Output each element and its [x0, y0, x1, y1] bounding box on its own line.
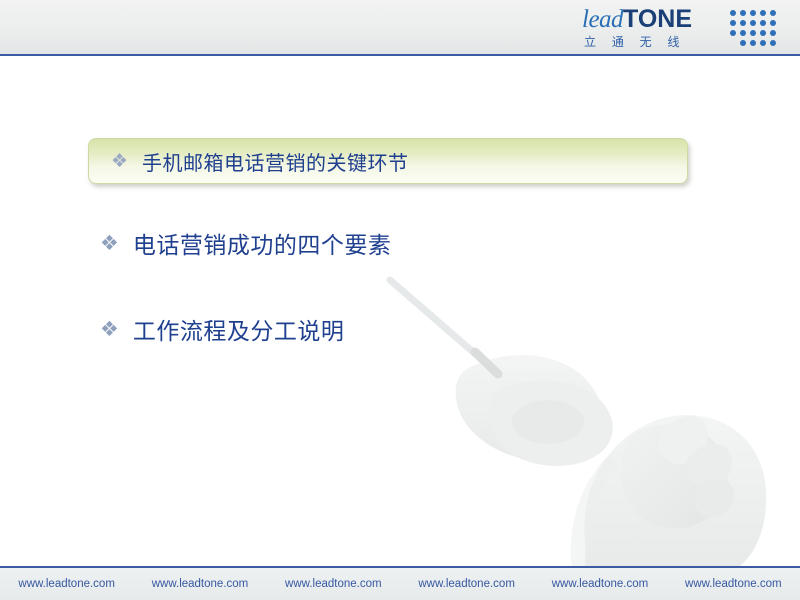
diamond-bullet-icon: ❖: [100, 317, 119, 341]
bullet-item-3-label: 工作流程及分工说明: [132, 319, 345, 345]
bullet-item-2[interactable]: ❖ 电话营销成功的四个要素: [100, 226, 391, 260]
slide-content: ❖ 手机邮箱电话营销的关键环节 ❖ 电话营销成功的四个要素 ❖ 工作流程及分工说…: [0, 54, 800, 574]
logo-wordmark: leadTONE: [582, 6, 692, 33]
bullet-item-1-label: 手机邮箱电话营销的关键环节: [142, 150, 409, 175]
logo-chinese-text: 立 通 无 线: [584, 35, 686, 49]
slide-header: leadTONE 立 通 无 线: [0, 0, 800, 56]
footer-link-3[interactable]: www.leadtone.com: [267, 578, 400, 590]
bullet-item-2-label: 电话营销成功的四个要素: [132, 233, 392, 259]
footer-link-6[interactable]: www.leadtone.com: [667, 578, 800, 590]
footer-link-4[interactable]: www.leadtone.com: [400, 578, 533, 590]
logo-dots-icon: [730, 10, 782, 46]
logo-tone-text: TONE: [623, 5, 693, 33]
footer-links: www.leadtone.com www.leadtone.com www.le…: [0, 568, 800, 600]
footer-link-5[interactable]: www.leadtone.com: [533, 578, 666, 590]
slide-footer: www.leadtone.com www.leadtone.com www.le…: [0, 566, 800, 600]
leadtone-logo: leadTONE 立 通 无 线: [582, 6, 782, 50]
diamond-bullet-icon: ❖: [111, 150, 129, 172]
diamond-bullet-icon: ❖: [100, 231, 119, 255]
slide: leadTONE 立 通 无 线 ❖ 手机邮箱电话营销的关键环节 ❖ 电话营销成…: [0, 0, 800, 600]
footer-link-1[interactable]: www.leadtone.com: [0, 578, 133, 590]
logo-lead-text: lead: [582, 6, 624, 33]
footer-link-2[interactable]: www.leadtone.com: [133, 578, 266, 590]
bullet-item-3[interactable]: ❖ 工作流程及分工说明: [100, 312, 344, 346]
bullet-item-1[interactable]: ❖ 手机邮箱电话营销的关键环节: [88, 138, 688, 184]
